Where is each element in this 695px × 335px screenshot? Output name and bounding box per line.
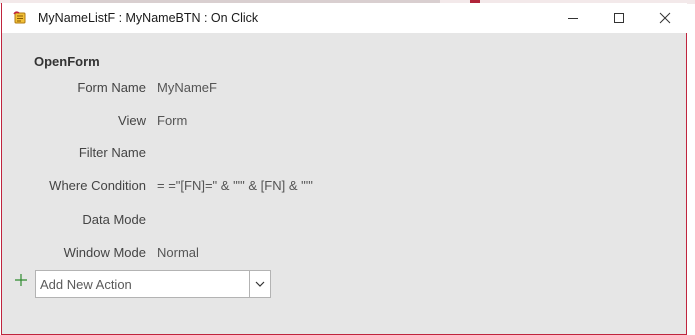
add-new-action-combo[interactable]: Add New Action [35, 270, 271, 298]
action-name[interactable]: OpenForm [34, 54, 100, 69]
argument-label: Where Condition [49, 178, 146, 193]
title-bar[interactable]: MyNameListF : MyNameBTN : On Click [2, 3, 687, 33]
close-icon [659, 12, 671, 24]
macro-scroll-icon [13, 11, 26, 24]
maximize-icon [614, 13, 624, 23]
window-title: MyNameListF : MyNameBTN : On Click [38, 11, 259, 25]
argument-row-where-condition[interactable]: Where Condition = ="[FN]=" & "'" & [FN] … [2, 178, 502, 196]
argument-row-view[interactable]: View Form [2, 113, 502, 131]
plus-icon[interactable] [14, 273, 28, 287]
dropdown-button[interactable] [249, 271, 270, 297]
argument-label: Form Name [77, 80, 146, 95]
argument-value[interactable]: Form [157, 113, 187, 128]
minimize-button[interactable] [550, 3, 596, 33]
minimize-icon [568, 18, 578, 19]
argument-value[interactable]: MyNameF [157, 80, 217, 95]
argument-row-data-mode[interactable]: Data Mode [2, 212, 502, 230]
argument-value[interactable]: = ="[FN]=" & "'" & [FN] & "'" [157, 178, 313, 193]
argument-value[interactable]: Normal [157, 245, 199, 260]
argument-row-filter-name[interactable]: Filter Name [2, 145, 502, 163]
macro-window: MyNameListF : MyNameBTN : On Click OpenF… [1, 3, 687, 335]
argument-label: Window Mode [63, 245, 146, 260]
argument-row-window-mode[interactable]: Window Mode Normal [2, 245, 502, 263]
chevron-down-icon [255, 281, 265, 287]
argument-label: View [118, 113, 146, 128]
argument-label: Filter Name [78, 145, 146, 160]
add-new-action-placeholder: Add New Action [40, 277, 132, 292]
close-button[interactable] [642, 3, 688, 33]
argument-label: Data Mode [82, 212, 146, 227]
argument-row-form-name[interactable]: Form Name MyNameF [2, 80, 502, 98]
maximize-button[interactable] [596, 3, 642, 33]
